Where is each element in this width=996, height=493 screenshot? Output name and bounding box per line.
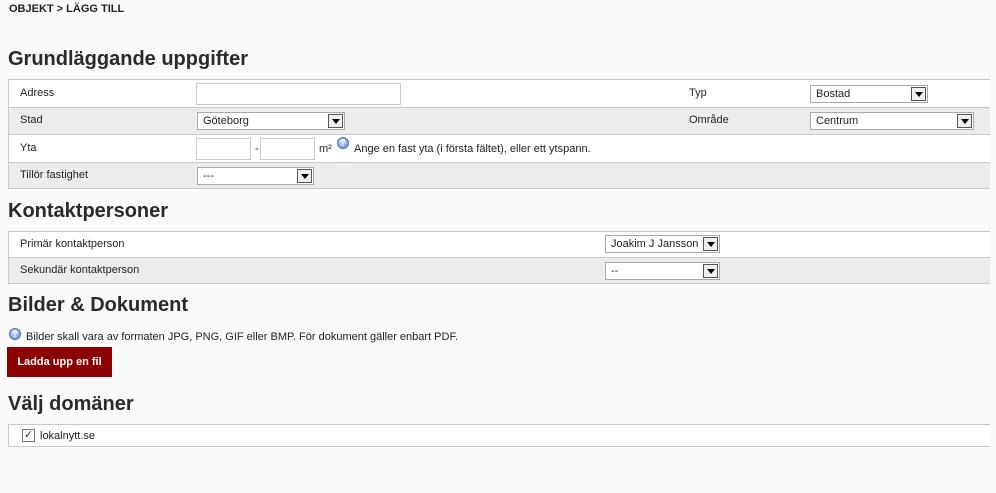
breadcrumb: OBJEKT > LÄGG TILL <box>9 3 125 15</box>
help-icon: ? <box>9 328 21 340</box>
primary-contact-label: Primär kontaktperson <box>20 238 125 250</box>
section-title-basic: Grundläggande uppgifter <box>8 48 248 70</box>
chevron-down-icon[interactable] <box>328 114 343 128</box>
chevron-down-icon[interactable] <box>703 264 718 278</box>
address-input[interactable] <box>196 83 401 105</box>
type-select[interactable]: Bostad <box>810 85 928 103</box>
basic-info-table: Adress Typ Bostad Stad Göteborg Område C… <box>8 79 990 189</box>
chevron-down-icon[interactable] <box>703 237 718 251</box>
size-max-input[interactable] <box>260 138 315 160</box>
size-separator: - <box>255 143 259 155</box>
primary-contact-value: Joakim J Jansson <box>611 238 699 250</box>
size-row: Yta - m² ? Ange en fast yta (i första fä… <box>8 135 990 163</box>
media-help-text: Bilder skall vara av formaten JPG, PNG, … <box>26 331 459 343</box>
domain-label: lokalnytt.se <box>40 430 96 442</box>
city-select-value: Göteborg <box>203 115 249 127</box>
type-select-value: Bostad <box>816 88 851 100</box>
secondary-contact-select[interactable]: -- <box>605 262 720 280</box>
property-select-value: --- <box>203 170 214 182</box>
chevron-down-icon[interactable] <box>957 114 972 128</box>
city-select[interactable]: Göteborg <box>197 112 345 130</box>
primary-contact-row: Primär kontaktperson Joakim J Jansson <box>8 232 990 258</box>
domain-row: ✓ lokalnytt.se <box>8 425 990 447</box>
property-row: Tillör fastighet --- <box>8 163 990 189</box>
section-title-domains: Välj domäner <box>8 393 134 415</box>
help-icon: ? <box>337 137 349 149</box>
area-select-value: Centrum <box>816 115 859 127</box>
address-row: Adress Typ Bostad <box>8 80 990 108</box>
chevron-down-icon[interactable] <box>297 169 312 183</box>
size-unit: m² <box>319 143 332 155</box>
section-title-contacts: Kontaktpersoner <box>8 200 169 222</box>
secondary-contact-label: Sekundär kontaktperson <box>20 264 140 276</box>
secondary-contact-value: -- <box>611 265 619 277</box>
size-min-input[interactable] <box>196 138 251 160</box>
chevron-down-icon[interactable] <box>911 87 926 101</box>
city-label: Stad <box>20 114 43 126</box>
type-label: Typ <box>689 87 707 99</box>
area-select[interactable]: Centrum <box>810 112 974 130</box>
address-label: Adress <box>20 87 55 99</box>
city-row: Stad Göteborg Område Centrum <box>8 108 990 135</box>
section-title-media: Bilder & Dokument <box>8 294 189 316</box>
contacts-table: Primär kontaktperson Joakim J Jansson Se… <box>8 231 990 284</box>
size-help-text: Ange en fast yta (i första fältet), elle… <box>354 143 591 155</box>
area-label: Område <box>689 114 729 126</box>
secondary-contact-row: Sekundär kontaktperson -- <box>8 258 990 284</box>
domains-table: ✓ lokalnytt.se <box>8 424 990 447</box>
property-label: Tillör fastighet <box>20 169 89 181</box>
upload-file-button[interactable]: Ladda upp en fil <box>7 347 112 377</box>
primary-contact-select[interactable]: Joakim J Jansson <box>605 235 720 253</box>
property-select[interactable]: --- <box>197 167 314 185</box>
domain-checkbox[interactable]: ✓ <box>22 429 35 442</box>
size-label: Yta <box>20 142 37 154</box>
